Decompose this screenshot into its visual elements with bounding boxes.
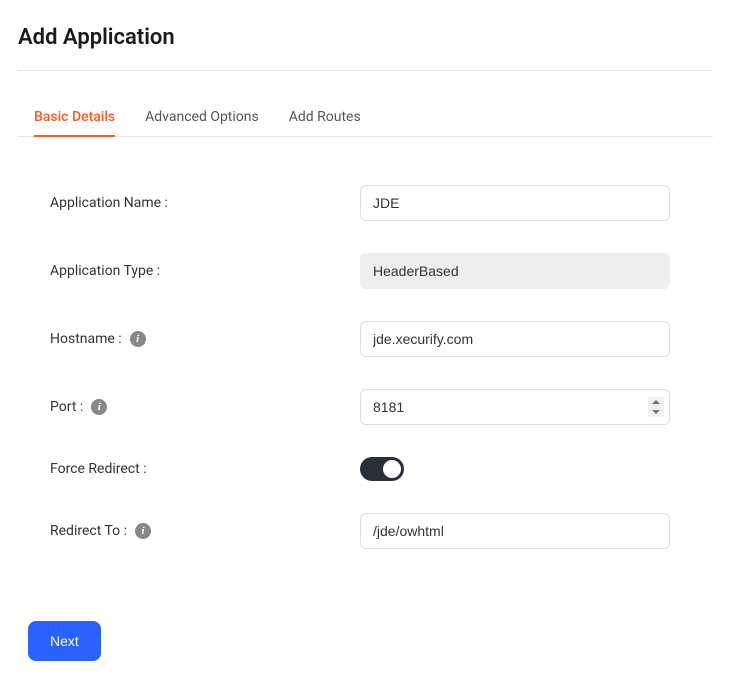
input-application-name[interactable]: [360, 185, 670, 221]
info-icon[interactable]: i: [91, 399, 107, 415]
tabs-container: Basic Details Advanced Options Add Route…: [18, 99, 713, 137]
next-button[interactable]: Next: [28, 621, 101, 661]
row-application-type: Application Type :: [50, 253, 713, 289]
row-application-name: Application Name :: [50, 185, 713, 221]
port-spinner-up[interactable]: [650, 399, 662, 407]
row-redirect-to: Redirect To : i: [50, 513, 713, 549]
row-force-redirect: Force Redirect :: [50, 457, 713, 481]
input-hostname[interactable]: [360, 321, 670, 357]
tab-advanced-options[interactable]: Advanced Options: [145, 99, 259, 137]
tab-add-routes[interactable]: Add Routes: [289, 99, 361, 137]
title-divider: [18, 70, 713, 71]
info-icon[interactable]: i: [135, 523, 151, 539]
chevron-up-icon: [652, 400, 660, 405]
label-hostname-text: Hostname :: [50, 331, 122, 347]
tab-basic-details[interactable]: Basic Details: [34, 99, 115, 137]
row-port: Port : i: [50, 389, 713, 425]
port-spinner-down[interactable]: [650, 408, 662, 416]
input-redirect-to[interactable]: [360, 513, 670, 549]
label-redirect-to: Redirect To : i: [50, 523, 360, 539]
input-port[interactable]: [360, 389, 670, 425]
label-application-name: Application Name :: [50, 195, 360, 211]
row-hostname: Hostname : i: [50, 321, 713, 357]
chevron-down-icon: [652, 409, 660, 414]
toggle-force-redirect[interactable]: [360, 457, 404, 481]
label-application-type: Application Type :: [50, 263, 360, 279]
label-force-redirect: Force Redirect :: [50, 461, 360, 477]
input-application-type: [360, 253, 670, 289]
label-redirect-to-text: Redirect To :: [50, 523, 127, 539]
form-container: Application Name : Application Type : Ho…: [18, 137, 713, 611]
page-title: Add Application: [18, 25, 713, 50]
info-icon[interactable]: i: [130, 331, 146, 347]
port-input-wrapper: [360, 389, 670, 425]
label-port: Port : i: [50, 399, 360, 415]
label-port-text: Port :: [50, 399, 83, 415]
port-spinner: [648, 397, 664, 417]
label-hostname: Hostname : i: [50, 331, 360, 347]
